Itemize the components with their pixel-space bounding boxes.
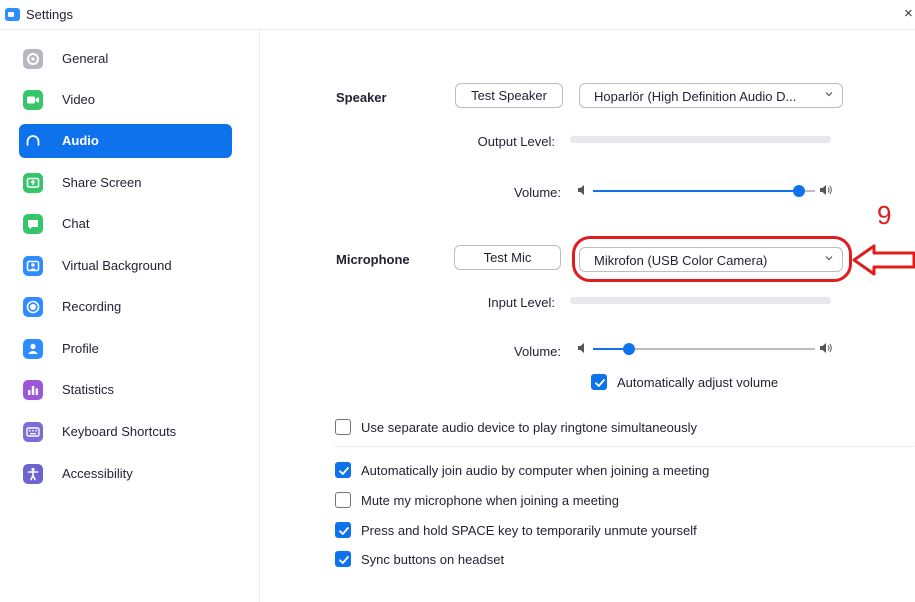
annotation-arrow-icon — [852, 244, 915, 276]
audio-settings-panel: Speaker Test Speaker Hoparlör (High Defi… — [261, 30, 915, 602]
video-camera-icon — [23, 90, 43, 110]
slider-thumb[interactable] — [793, 185, 806, 197]
slider-fill — [593, 190, 800, 192]
sidebar-item-virtual-background[interactable]: Virtual Background — [19, 249, 232, 283]
sidebar-item-label: Audio — [62, 133, 99, 148]
close-icon[interactable]: × — [904, 5, 913, 22]
speaker-volume-label: Volume: — [514, 185, 561, 200]
sidebar-item-label: Statistics — [62, 382, 115, 397]
checkbox-box[interactable] — [335, 462, 351, 478]
sidebar-item-label: Virtual Background — [62, 258, 172, 273]
checkbox-box[interactable] — [335, 419, 351, 435]
headphones-icon — [23, 131, 43, 151]
test-mic-button[interactable]: Test Mic — [454, 245, 561, 270]
speaker-device-dropdown[interactable]: Hoparlör (High Definition Audio D... — [579, 83, 843, 108]
checkbox-label: Automatically join audio by computer whe… — [361, 463, 710, 478]
checkbox-label: Use separate audio device to play ringto… — [361, 420, 698, 435]
sidebar-item-label: Chat — [62, 216, 90, 231]
speaker-volume-slider[interactable] — [577, 181, 833, 201]
sidebar-item-audio[interactable]: Audio — [19, 124, 232, 158]
output-level-meter — [570, 136, 831, 143]
share-screen-icon — [23, 173, 43, 193]
speaker-low-icon — [578, 343, 584, 353]
speaker-label: Speaker — [336, 90, 387, 105]
speaker-low-icon — [578, 185, 584, 195]
chevron-down-icon — [825, 92, 833, 97]
sidebar-item-label: Profile — [62, 341, 99, 356]
sidebar-item-general[interactable]: General — [19, 42, 232, 76]
record-icon — [23, 297, 43, 317]
microphone-label: Microphone — [336, 252, 410, 267]
sidebar-item-label: Share Screen — [62, 175, 142, 190]
sidebar-item-label: Accessibility — [62, 466, 133, 481]
sidebar-item-profile[interactable]: Profile — [19, 332, 232, 366]
sidebar-item-label: Recording — [62, 299, 122, 314]
window-title: Settings — [26, 7, 73, 22]
gear-icon — [23, 49, 43, 69]
checkbox-box[interactable] — [335, 492, 351, 508]
zoom-app-icon — [5, 8, 20, 21]
sidebar-item-video[interactable]: Video — [19, 83, 232, 117]
profile-icon — [23, 339, 43, 359]
keyboard-icon — [23, 422, 43, 442]
checkbox-box[interactable] — [591, 374, 607, 390]
speaker-high-icon — [820, 343, 832, 353]
section-divider — [334, 446, 914, 447]
input-level-label: Input Level: — [487, 295, 555, 310]
slider-thumb[interactable] — [622, 343, 635, 355]
accessibility-icon — [23, 464, 43, 484]
statistics-icon — [23, 380, 43, 400]
speaker-high-icon — [820, 185, 832, 195]
annotation-step-number: 9 — [877, 200, 892, 230]
annotation-highlight-ring — [572, 236, 852, 282]
sidebar-item-label: Video — [62, 92, 96, 107]
sidebar-item-share-screen[interactable]: Share Screen — [19, 166, 232, 200]
input-level-meter — [570, 297, 831, 304]
speaker-device-value: Hoparlör (High Definition Audio D... — [594, 89, 797, 104]
microphone-volume-label: Volume: — [514, 344, 561, 359]
sidebar-item-chat[interactable]: Chat — [19, 207, 232, 241]
settings-sidebar: General Video Audio Share Screen Chat Vi… — [0, 30, 260, 602]
checkbox-label: Mute my microphone when joining a meetin… — [361, 493, 619, 508]
checkbox-label: Automatically adjust volume — [617, 375, 779, 390]
checkbox-box[interactable] — [335, 551, 351, 567]
virtual-background-icon — [23, 256, 43, 276]
checkbox-label: Press and hold SPACE key to temporarily … — [361, 523, 697, 538]
sidebar-item-label: General — [62, 51, 109, 66]
output-level-label: Output Level: — [477, 134, 555, 149]
microphone-volume-slider[interactable] — [577, 339, 833, 359]
checkbox-label: Sync buttons on headset — [361, 552, 505, 567]
test-speaker-button[interactable]: Test Speaker — [455, 83, 563, 108]
sidebar-item-recording[interactable]: Recording — [19, 290, 232, 324]
title-bar: Settings × — [0, 0, 915, 30]
checkbox-box[interactable] — [335, 522, 351, 538]
sidebar-item-statistics[interactable]: Statistics — [19, 373, 232, 407]
sidebar-item-keyboard-shortcuts[interactable]: Keyboard Shortcuts — [19, 415, 232, 449]
sidebar-item-label: Keyboard Shortcuts — [62, 424, 177, 439]
chat-bubble-icon — [23, 214, 43, 234]
sidebar-item-accessibility[interactable]: Accessibility — [19, 457, 232, 491]
